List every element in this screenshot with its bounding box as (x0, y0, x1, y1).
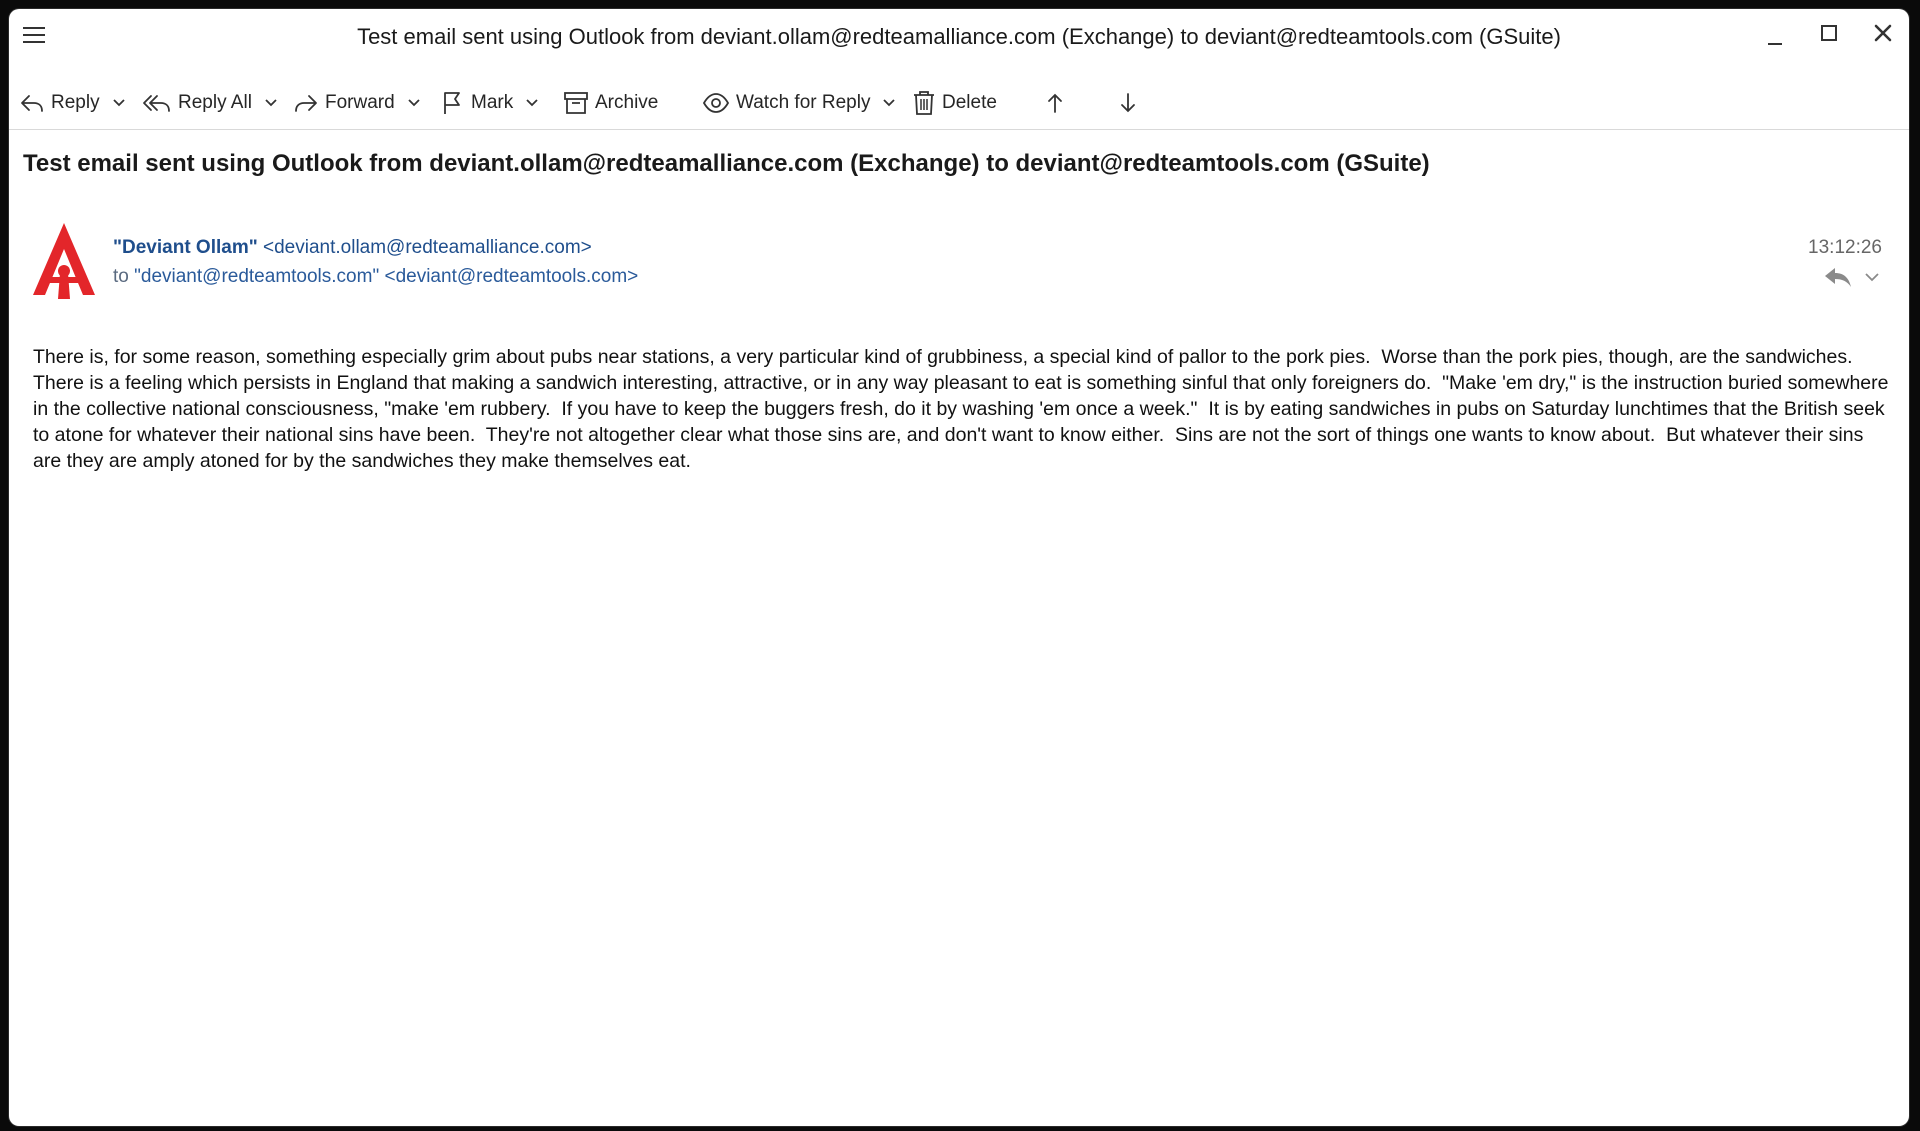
reply-all-label: Reply All (178, 92, 252, 113)
message-time: 13:12:26 (1808, 237, 1882, 258)
chevron-down-icon[interactable] (1861, 267, 1883, 287)
close-icon[interactable] (1865, 21, 1901, 51)
eye-icon (702, 93, 730, 113)
archive-button[interactable]: Archive (563, 77, 658, 129)
chevron-down-icon[interactable] (112, 98, 126, 108)
chevron-down-icon[interactable] (407, 98, 421, 108)
message-subject: Test email sent using Outlook from devia… (23, 150, 1430, 177)
window-title: Test email sent using Outlook from devia… (357, 24, 1561, 49)
next-message-button[interactable] (1116, 77, 1140, 129)
recipient-prefix: to (113, 266, 129, 287)
reply-all-button[interactable]: Reply All (142, 77, 278, 129)
delete-label: Delete (942, 92, 997, 113)
reply-button[interactable]: Reply (19, 77, 126, 129)
forward-icon (295, 95, 317, 112)
sender-logo-icon (33, 223, 95, 299)
recipient-address[interactable]: <deviant@redteamtools.com> (384, 266, 638, 287)
chevron-down-icon[interactable] (264, 98, 278, 108)
forward-label: Forward (325, 92, 395, 113)
sender-line[interactable]: "Deviant Ollam" <deviant.ollam@redteamal… (113, 237, 592, 259)
email-window: Test email sent using Outlook from devia… (9, 9, 1909, 1126)
archive-icon (564, 92, 588, 114)
sender-address[interactable]: <deviant.ollam@redteamalliance.com> (263, 237, 592, 258)
arrow-down-icon (1121, 93, 1135, 113)
recipient-name[interactable]: "deviant@redteamtools.com" (134, 266, 379, 287)
watch-for-reply-button[interactable]: Watch for Reply (702, 77, 896, 129)
flag-icon (444, 92, 460, 114)
arrow-up-icon (1048, 93, 1062, 113)
delete-button[interactable]: Delete (912, 77, 997, 129)
maximize-icon[interactable] (1811, 21, 1847, 51)
sender-name[interactable]: "Deviant Ollam" (113, 237, 258, 258)
message-body: There is, for some reason, something esp… (33, 346, 1894, 472)
watch-label: Watch for Reply (736, 92, 871, 113)
reply-all-icon (143, 95, 170, 112)
title-bar: Test email sent using Outlook from devia… (9, 9, 1909, 61)
archive-label: Archive (595, 92, 659, 113)
chevron-down-icon[interactable] (882, 98, 896, 108)
mark-button[interactable]: Mark (441, 77, 539, 129)
toolbar: Reply Reply All Forward Mark Archive Wat… (9, 77, 1909, 129)
reply-icon (21, 95, 43, 112)
chevron-down-icon[interactable] (525, 98, 539, 108)
quick-reply-icon[interactable] (1823, 265, 1853, 289)
toolbar-divider (9, 129, 1909, 130)
reply-label: Reply (51, 92, 100, 113)
sender-avatar (31, 221, 97, 301)
recipient-line: to "deviant@redteamtools.com" <deviant@r… (113, 266, 638, 288)
forward-button[interactable]: Forward (293, 77, 421, 129)
trash-icon (914, 91, 934, 115)
minimize-icon[interactable] (1757, 21, 1793, 51)
previous-message-button[interactable] (1043, 77, 1067, 129)
mark-label: Mark (471, 92, 514, 113)
